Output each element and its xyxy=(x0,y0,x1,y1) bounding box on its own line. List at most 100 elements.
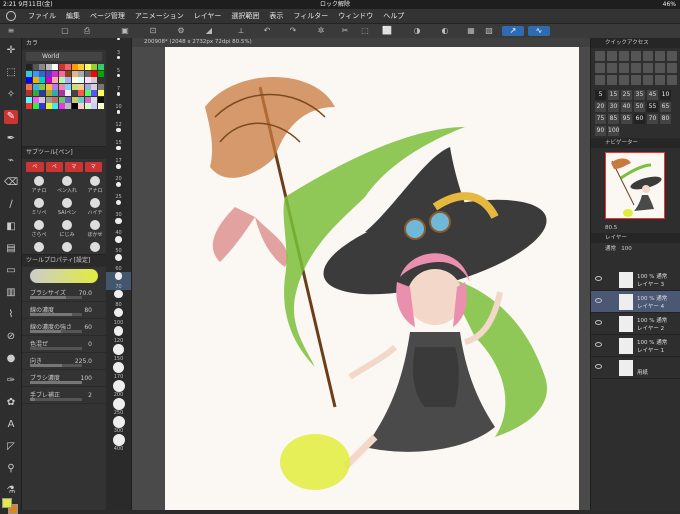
color-swatch[interactable] xyxy=(84,83,91,90)
cut-icon[interactable]: ✂ xyxy=(340,26,350,36)
color-swatch[interactable] xyxy=(45,77,52,83)
color-swatch[interactable] xyxy=(71,70,78,77)
layer-blend-mode[interactable]: 通常 100 xyxy=(591,243,680,255)
menu-item[interactable]: ファイル xyxy=(28,9,56,24)
layer-row[interactable]: 100 % 通常 レイヤー 4 xyxy=(591,291,680,313)
menu-item[interactable]: 表示 xyxy=(269,9,283,24)
color-swatch[interactable] xyxy=(65,83,71,90)
select-tool-icon[interactable]: ⬚ xyxy=(4,66,18,80)
color-swatch[interactable] xyxy=(32,64,39,70)
property-row[interactable]: ブラシ濃度 100 xyxy=(22,370,106,387)
quick-access-icon[interactable] xyxy=(667,63,677,73)
subtool-tab[interactable]: ペ xyxy=(45,162,63,172)
quick-size-button[interactable]: 55 xyxy=(647,102,658,112)
color-swatch[interactable] xyxy=(58,90,65,96)
quick-access-icon[interactable] xyxy=(655,75,665,85)
quick-access-icon[interactable] xyxy=(643,63,653,73)
subtool-item[interactable]: ミリペ xyxy=(26,197,52,217)
color-swatch[interactable] xyxy=(91,103,97,109)
property-slider[interactable] xyxy=(30,330,82,333)
property-slider[interactable] xyxy=(30,381,82,384)
color-swatch[interactable] xyxy=(71,83,78,90)
color-swatch[interactable] xyxy=(45,64,52,70)
color-swatch[interactable] xyxy=(52,70,58,77)
canvas-icon[interactable]: ⊡ xyxy=(148,26,158,36)
quick-size-button[interactable]: 35 xyxy=(634,90,645,100)
document-tab[interactable]: 200908* (2048 x 2732px 72dpi 80.5%) xyxy=(132,38,590,47)
color-swatch[interactable] xyxy=(52,96,58,103)
property-row[interactable]: ブラシサイズ 70.0 xyxy=(22,285,106,302)
subtool-item[interactable]: ぼかせ xyxy=(82,219,108,239)
navigator-zoom[interactable]: 80.5 xyxy=(591,223,680,233)
frame-tool-icon[interactable]: ▥ xyxy=(4,286,18,300)
brush-size-item[interactable]: 5 xyxy=(106,56,131,74)
brush-size-item[interactable]: 60 xyxy=(106,254,131,272)
quick-size-button[interactable]: 30 xyxy=(608,102,619,112)
menu-item[interactable]: ページ管理 xyxy=(90,9,125,24)
quick-size-button[interactable]: 20 xyxy=(595,102,606,112)
snap-grid-icon[interactable]: ▦ xyxy=(466,26,476,36)
figure-tool-icon[interactable]: ▭ xyxy=(4,264,18,278)
quick-access-icon[interactable] xyxy=(595,63,605,73)
quick-size-button[interactable]: 70 xyxy=(647,114,658,124)
eraser-tool-icon[interactable]: ⌫ xyxy=(4,176,18,190)
property-row[interactable]: 線の濃度の強さ 60 xyxy=(22,319,106,336)
eyedropper-tool-icon[interactable]: ⊘ xyxy=(4,330,18,344)
property-value[interactable]: 0 xyxy=(88,336,92,353)
color-swatch[interactable] xyxy=(26,103,32,109)
color-swatch[interactable] xyxy=(32,90,39,96)
subtool-item[interactable]: アナロ xyxy=(82,175,108,195)
brush-size-item[interactable]: 25 xyxy=(106,182,131,200)
quick-access-icon[interactable] xyxy=(631,51,641,61)
color-swatch[interactable] xyxy=(97,90,104,96)
color-swatch[interactable] xyxy=(65,64,71,70)
color-swatch[interactable] xyxy=(84,77,91,83)
quick-access-icon[interactable] xyxy=(655,51,665,61)
quick-access-icon[interactable] xyxy=(595,51,605,61)
color-swatch[interactable] xyxy=(97,103,104,109)
layer-row[interactable]: 100 % 通常 レイヤー 2 xyxy=(591,313,680,335)
color-swatch[interactable] xyxy=(58,70,65,77)
color-swatch[interactable] xyxy=(45,83,52,90)
color-swatch[interactable] xyxy=(52,64,58,70)
quick-size-button[interactable]: 10 xyxy=(660,90,671,100)
menu-item[interactable]: 編集 xyxy=(66,9,80,24)
quick-size-button[interactable]: 60 xyxy=(634,114,645,124)
transform-icon[interactable]: ⟂ xyxy=(236,26,246,36)
color-swatch[interactable] xyxy=(91,64,97,70)
property-row[interactable]: 線の濃度 80 xyxy=(22,302,106,319)
save-icon[interactable]: ⎙ xyxy=(82,26,92,36)
pen-tool-icon[interactable]: ✎ xyxy=(4,110,18,124)
color-swatch[interactable] xyxy=(97,96,104,103)
brush-tool-icon[interactable]: ✒ xyxy=(4,132,18,146)
color-swatch[interactable] xyxy=(71,103,78,109)
preview-icon[interactable]: ▣ xyxy=(120,26,130,36)
snap-ruler-icon[interactable]: ▧ xyxy=(484,26,494,36)
color-swatch[interactable] xyxy=(58,64,65,70)
color-swatch[interactable] xyxy=(65,96,71,103)
color-swatch[interactable] xyxy=(97,70,104,77)
quick-access-icon[interactable] xyxy=(667,75,677,85)
color-swatch[interactable] xyxy=(52,90,58,96)
brush-size-item[interactable]: 250 xyxy=(106,398,131,416)
color-swatch[interactable] xyxy=(91,70,97,77)
correction-tool-icon[interactable]: ⚲ xyxy=(4,462,18,476)
invert-icon[interactable]: ◑ xyxy=(412,26,422,36)
gradient-tool-icon[interactable]: ▤ xyxy=(4,242,18,256)
quick-size-button[interactable]: 15 xyxy=(608,90,619,100)
fill-icon[interactable]: ◢ xyxy=(204,26,214,36)
quick-access-icon[interactable] xyxy=(643,75,653,85)
undo-icon[interactable]: ↶ xyxy=(262,26,272,36)
subtool-item[interactable]: にじみ xyxy=(54,219,80,239)
menu-item[interactable]: 選択範囲 xyxy=(231,9,259,24)
lasso-tool-icon[interactable]: ✧ xyxy=(4,88,18,102)
quick-size-button[interactable]: 45 xyxy=(647,90,658,100)
property-value[interactable]: 225.0 xyxy=(75,353,92,370)
color-swatch[interactable] xyxy=(78,83,84,90)
eye-icon[interactable] xyxy=(595,320,602,325)
brush-size-item[interactable]: 17 xyxy=(106,146,131,164)
color-swatch[interactable] xyxy=(26,77,32,83)
quick-size-button[interactable]: 50 xyxy=(634,102,645,112)
quick-access-icon[interactable] xyxy=(643,51,653,61)
text-tool-icon[interactable]: A xyxy=(4,418,18,432)
